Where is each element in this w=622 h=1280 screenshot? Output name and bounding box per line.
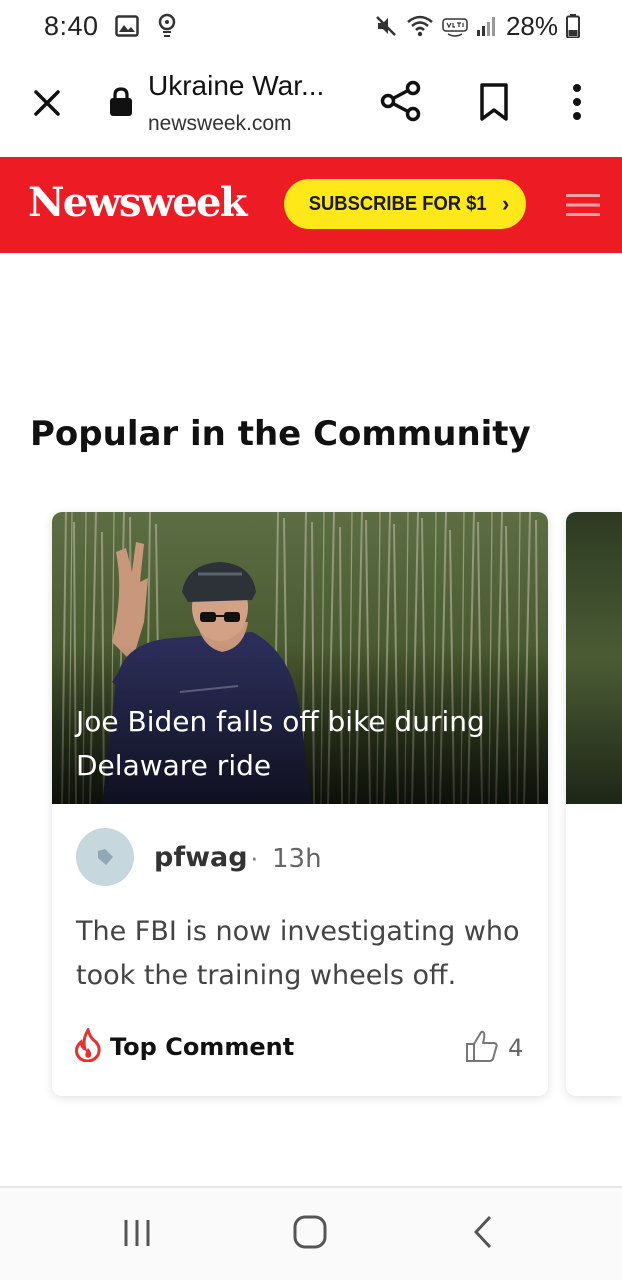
hamburger-menu-icon[interactable] [566,193,600,217]
signal-icon [476,17,495,36]
image-icon [114,15,139,37]
status-time: 8:40 [44,10,99,41]
wifi-icon [407,15,433,37]
lock-icon [110,87,132,116]
close-icon[interactable] [30,86,64,120]
article-headline[interactable]: Joe Biden falls off bike during Delaware… [76,700,536,788]
page-domain[interactable]: newsweek.com [148,112,292,136]
section-title: Popular in the Community [30,414,531,454]
subscribe-button[interactable]: SUBSCRIBE FOR $1 › [284,179,526,229]
next-card-peek[interactable] [566,512,622,1096]
home-icon[interactable] [292,1214,328,1250]
top-comment-badge: Top Comment [110,1033,295,1061]
thumbs-up-icon[interactable] [464,1028,500,1064]
newsweek-logo[interactable]: Newsweek [28,179,247,226]
chevron-right-icon: › [502,191,510,216]
comment-section: pfwag · 13h The FBI is now investigating… [52,804,548,1096]
share-icon[interactable] [380,80,422,122]
flame-icon [75,1028,101,1062]
location-pin-icon [158,13,175,37]
status-bar: 8:40 28% [0,0,622,52]
comment-timestamp: 13h [272,844,322,874]
volte-icon [442,18,468,37]
back-icon[interactable] [470,1214,496,1250]
status-left-icons [114,13,177,39]
page-title[interactable]: Ukraine War... [148,70,324,102]
like-count: 4 [508,1034,524,1062]
community-card[interactable]: Joe Biden falls off bike during Delaware… [52,512,548,1096]
tag-icon [98,849,113,865]
mute-icon [376,16,396,36]
battery-percent: 28% [505,10,558,41]
battery-icon [566,14,580,38]
recent-apps-icon[interactable] [120,1216,154,1250]
site-header: Newsweek SUBSCRIBE FOR $1 › [0,157,622,253]
browser-toolbar: Ukraine War... newsweek.com [0,58,622,154]
comment-separator: · [250,842,259,872]
comment-username[interactable]: pfwag [154,842,248,873]
bookmark-icon[interactable] [478,82,510,122]
more-vert-icon[interactable] [566,82,588,122]
system-nav-bar [0,1186,622,1280]
next-card-image [566,512,622,804]
subscribe-label: SUBSCRIBE FOR $1 [308,192,487,215]
status-right: 28% [374,11,580,42]
avatar[interactable] [76,828,134,886]
comment-text: The FBI is now investigating who took th… [76,916,520,991]
article-image[interactable]: Joe Biden falls off bike during Delaware… [52,512,548,804]
